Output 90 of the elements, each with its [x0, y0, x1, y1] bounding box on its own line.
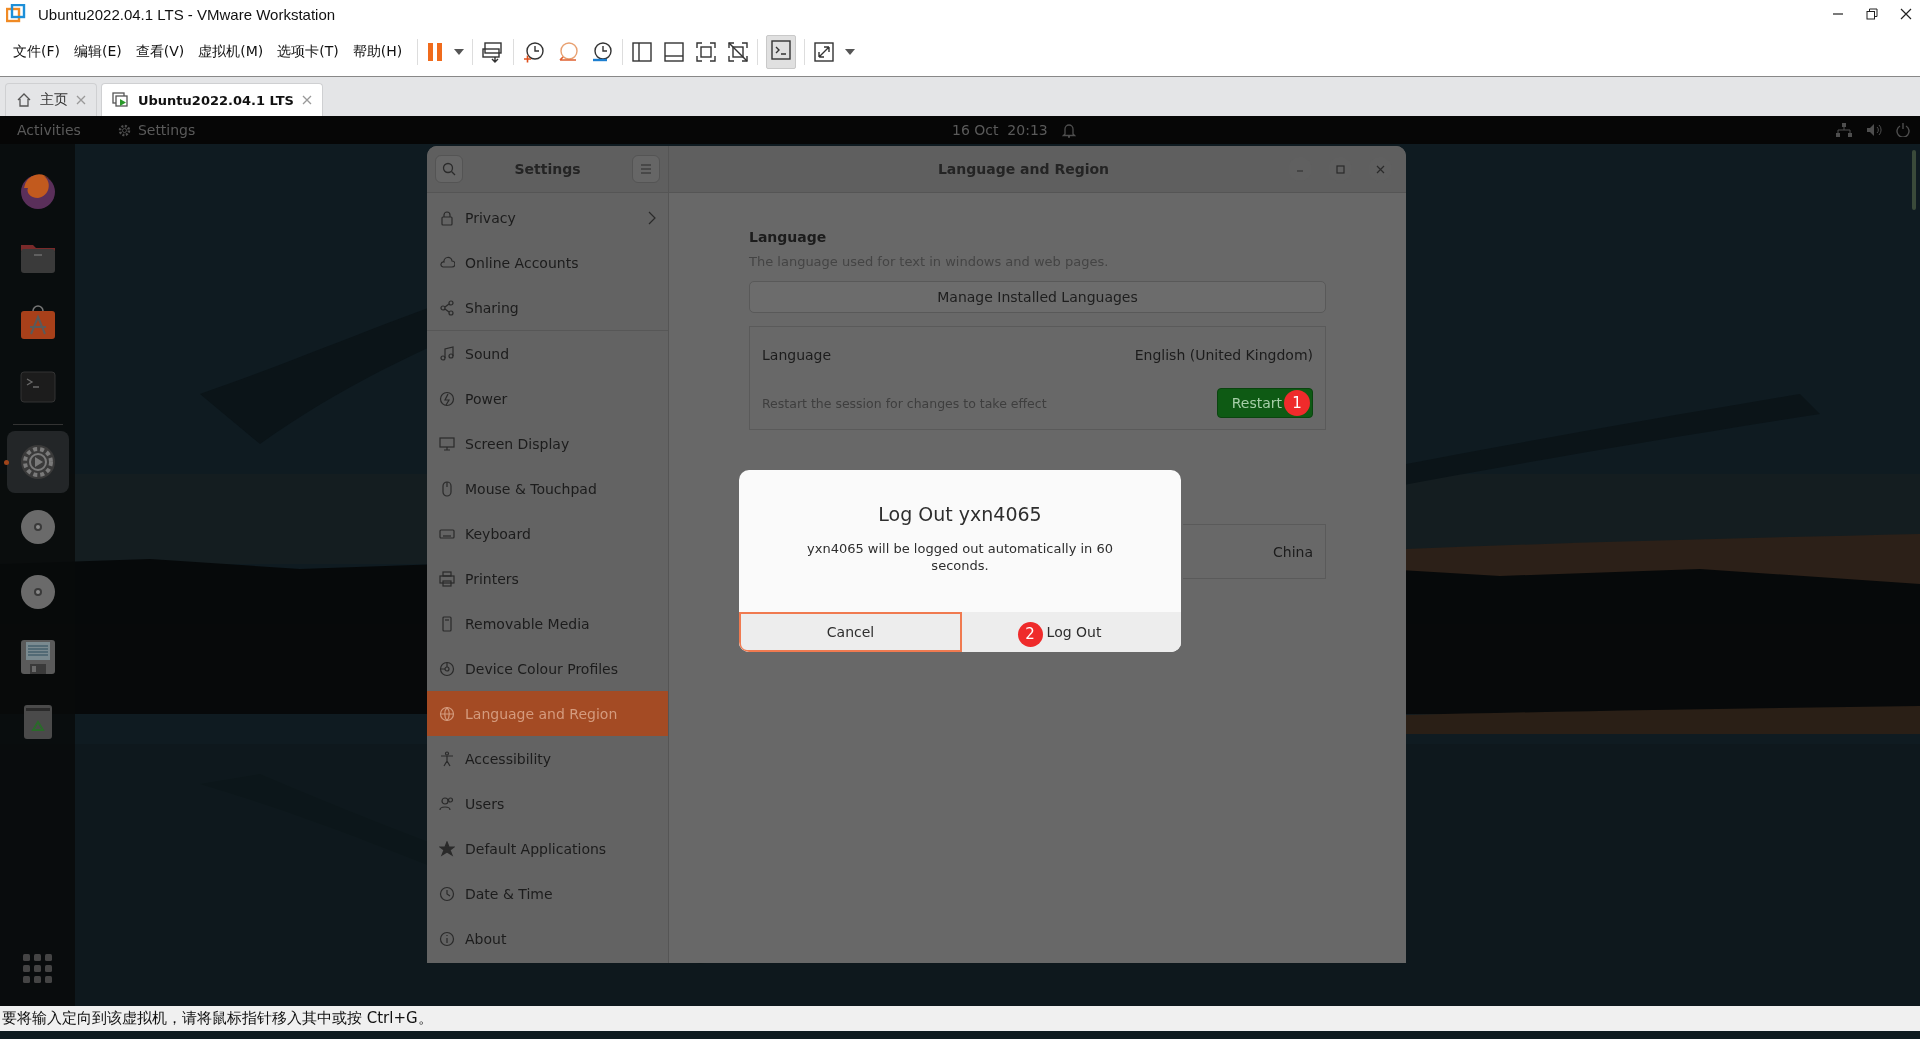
caret-icon[interactable]: [845, 49, 856, 55]
gear-icon: [116, 122, 132, 138]
network-icon[interactable]: [1836, 123, 1852, 137]
row-label: Language: [762, 347, 832, 363]
sidebar-item[interactable]: Sound: [427, 331, 668, 376]
close-icon[interactable]: [1900, 8, 1912, 20]
printer-icon: [439, 570, 455, 587]
sidebar-item[interactable]: Date & Time: [427, 871, 668, 916]
vmware-logo-icon: [6, 4, 26, 24]
panel-layout-icon[interactable]: [663, 41, 686, 63]
page-title: Language and Region: [936, 161, 1111, 177]
menu-item[interactable]: 帮助(H): [345, 39, 410, 65]
maximize-icon: [1335, 164, 1345, 174]
fit-screen-icon[interactable]: [695, 41, 718, 63]
section-heading: Language: [749, 229, 828, 245]
color-wheel-icon: [439, 660, 455, 677]
caret-icon[interactable]: [454, 49, 465, 55]
clock-wrench-icon[interactable]: [590, 40, 615, 64]
sidebar-item[interactable]: Removable Media: [427, 601, 668, 646]
sidebar-item[interactable]: Sharing: [427, 285, 668, 330]
sidebar-title: Settings: [514, 161, 581, 177]
menu-icon: [640, 164, 652, 174]
star-icon: [439, 840, 455, 857]
window-title: Ubuntu2022.04.1 LTS - VMware Workstation: [38, 5, 337, 23]
app-menu[interactable]: Settings: [137, 122, 196, 138]
share-icon: [439, 299, 455, 316]
dialog-message: yxn4065 will be logged out automatically in 60 seconds.: [806, 540, 1114, 574]
sidebar-item[interactable]: Privacy: [427, 195, 668, 240]
sidebar-item[interactable]: Default Applications: [427, 826, 668, 871]
sidebar-item[interactable]: Device Colour Profiles: [427, 646, 668, 691]
menu-item[interactable]: 文件(F): [6, 39, 67, 65]
restart-button[interactable]: Restart 1: [1216, 388, 1313, 418]
sidebar-item[interactable]: Keyboard: [427, 511, 668, 556]
lock-icon: [439, 209, 455, 226]
sidebar-item[interactable]: Printers: [427, 556, 668, 601]
row-value[interactable]: China: [1273, 543, 1313, 560]
sidebar-layout-icon[interactable]: [631, 41, 654, 63]
clock-icon: [439, 885, 455, 902]
activities-button[interactable]: Activities: [17, 122, 81, 138]
dialog-button[interactable]: Cancel: [739, 612, 962, 652]
power-icon[interactable]: [1896, 123, 1910, 137]
sidebar-item[interactable]: Language and Region: [427, 691, 668, 736]
sidebar-item[interactable]: Power: [427, 376, 668, 421]
no-stretch-icon[interactable]: [727, 41, 750, 63]
menu-item[interactable]: 查看(V): [128, 39, 192, 65]
menu-item[interactable]: 编辑(E): [67, 39, 129, 65]
clock[interactable]: 16 Oct 20:13: [952, 122, 1048, 138]
sidebar-item[interactable]: Screen Display: [427, 421, 668, 466]
row-value[interactable]: English (United Kingdom): [1134, 347, 1313, 363]
search-button[interactable]: [435, 155, 463, 183]
power-icon: [439, 390, 455, 407]
dock-item[interactable]: [6, 431, 69, 493]
menu-item[interactable]: 虚拟机(M): [191, 39, 271, 65]
pause-icon[interactable]: [426, 41, 445, 63]
globe-icon: [439, 705, 455, 722]
mouse-icon: [439, 480, 455, 497]
sidebar-item[interactable]: Online Accounts: [427, 240, 668, 285]
sidebar-item[interactable]: Accessibility: [427, 736, 668, 781]
search-icon: [442, 162, 456, 176]
clock-plus-icon[interactable]: [522, 40, 547, 64]
sidebar-item[interactable]: About: [427, 916, 668, 961]
fullscreen-icon[interactable]: [813, 41, 836, 63]
info-icon: [439, 930, 455, 947]
monitor-icon: [439, 435, 455, 452]
accessibility-icon: [439, 750, 455, 767]
sidebar-item[interactable]: Mouse & Touchpad: [427, 466, 668, 511]
terminal-icon: [770, 39, 793, 61]
restore-icon[interactable]: [1866, 8, 1878, 20]
music-note-icon: [439, 345, 455, 362]
dialog-title: Log Out yxn4065: [877, 503, 1043, 525]
cloud-icon: [439, 254, 455, 271]
vm-icon: [112, 91, 130, 109]
sidebar-item[interactable]: Users: [427, 781, 668, 826]
running-dot: [3, 460, 9, 465]
app-grid-icon[interactable]: [22, 954, 53, 984]
volume-icon[interactable]: [1866, 123, 1882, 137]
console-button[interactable]: [766, 35, 797, 69]
tab[interactable]: Ubuntu2022.04.1 LTS: [101, 83, 323, 116]
step-badge: 1: [1284, 390, 1310, 416]
step-badge: 2: [1017, 621, 1043, 647]
menu-item[interactable]: 选项卡(T): [270, 39, 346, 65]
scrollbar[interactable]: [1912, 150, 1916, 210]
status-text: 要将输入定向到该虚拟机，请将鼠标指针移入其中或按 Ctrl+G。: [2, 1009, 433, 1028]
close-icon: [1375, 164, 1385, 174]
home-icon: [16, 92, 32, 108]
users-icon: [439, 795, 455, 812]
bell-icon: [1061, 122, 1076, 138]
manage-languages-button[interactable]: Manage Installed Languages: [749, 281, 1326, 313]
drive-icon: [439, 615, 455, 632]
tab[interactable]: 主页: [5, 83, 97, 116]
